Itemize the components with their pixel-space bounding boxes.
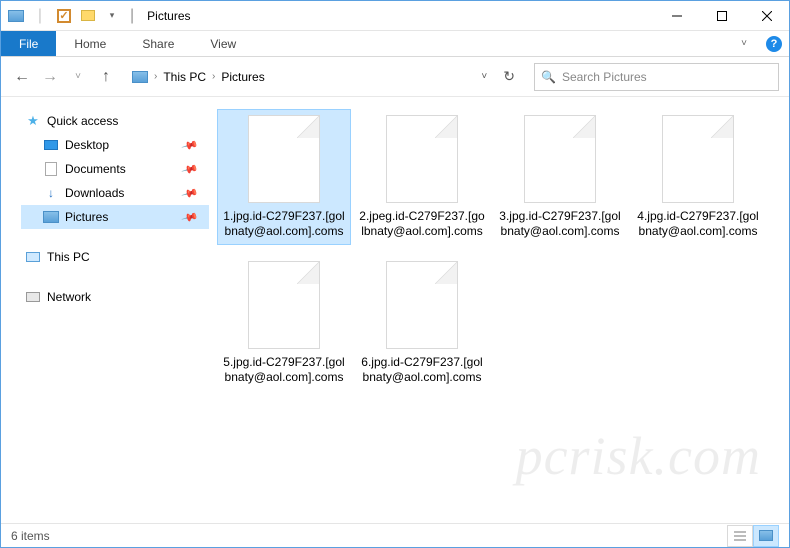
file-item[interactable]: 5.jpg.id-C279F237.[golbnaty@aol.com].com… bbox=[217, 255, 351, 391]
file-list[interactable]: 1.jpg.id-C279F237.[golbnaty@aol.com].com… bbox=[209, 97, 789, 523]
sidebar-item-downloads[interactable]: ↓ Downloads 📌 bbox=[21, 181, 209, 205]
statusbar: 6 items bbox=[1, 523, 789, 547]
star-icon: ★ bbox=[25, 113, 41, 129]
tab-share[interactable]: Share bbox=[124, 31, 192, 56]
recent-locations-dropdown[interactable]: ˅ bbox=[67, 71, 89, 82]
file-item[interactable]: 6.jpg.id-C279F237.[golbnaty@aol.com].com… bbox=[355, 255, 489, 391]
sidebar-network[interactable]: Network bbox=[21, 285, 209, 309]
search-placeholder: Search Pictures bbox=[562, 70, 647, 84]
sidebar-item-label: Downloads bbox=[65, 186, 124, 200]
refresh-button[interactable]: ↻ bbox=[499, 68, 519, 85]
file-name: 1.jpg.id-C279F237.[golbnaty@aol.com].com… bbox=[219, 209, 349, 239]
download-icon: ↓ bbox=[43, 185, 59, 201]
pin-icon: 📌 bbox=[181, 208, 199, 226]
new-folder-icon[interactable] bbox=[77, 5, 99, 27]
file-name: 6.jpg.id-C279F237.[golbnaty@aol.com].com… bbox=[357, 355, 487, 385]
close-button[interactable] bbox=[744, 1, 789, 31]
sidebar: ★ Quick access Desktop 📌 Documents 📌 ↓ D… bbox=[1, 97, 209, 523]
navbar: ← → ˅ ↑ › This PC › Pictures ˅ ↻ 🔍 Searc… bbox=[1, 57, 789, 97]
minimize-button[interactable] bbox=[654, 1, 699, 31]
ribbon-expand-icon[interactable]: ˅ bbox=[729, 31, 759, 56]
pin-icon: 📌 bbox=[181, 184, 199, 202]
item-count: 6 items bbox=[11, 529, 50, 543]
app-icon[interactable] bbox=[5, 5, 27, 27]
file-item[interactable]: 2.jpeg.id-C279F237.[golbnaty@aol.com].co… bbox=[355, 109, 489, 245]
icons-view-button[interactable] bbox=[753, 525, 779, 547]
breadcrumb-current[interactable]: Pictures bbox=[221, 70, 264, 84]
sidebar-quick-access[interactable]: ★ Quick access bbox=[21, 109, 209, 133]
sidebar-item-label: Quick access bbox=[47, 114, 118, 128]
network-icon bbox=[25, 289, 41, 305]
sidebar-item-documents[interactable]: Documents 📌 bbox=[21, 157, 209, 181]
sidebar-item-pictures[interactable]: Pictures 📌 bbox=[21, 205, 209, 229]
file-item[interactable]: 3.jpg.id-C279F237.[golbnaty@aol.com].com… bbox=[493, 109, 627, 245]
sidebar-item-label: This PC bbox=[47, 250, 90, 264]
properties-icon[interactable]: ✓ bbox=[53, 5, 75, 27]
forward-button[interactable]: → bbox=[39, 68, 61, 86]
file-icon bbox=[524, 115, 596, 203]
up-button[interactable]: ↑ bbox=[95, 68, 117, 86]
ribbon: File Home Share View ˅ ? bbox=[1, 31, 789, 57]
breadcrumb-root[interactable]: This PC bbox=[163, 70, 206, 84]
back-button[interactable]: ← bbox=[11, 68, 33, 86]
maximize-button[interactable] bbox=[699, 1, 744, 31]
details-view-button[interactable] bbox=[727, 525, 753, 547]
sidebar-item-label: Desktop bbox=[65, 138, 109, 152]
sidebar-item-label: Network bbox=[47, 290, 91, 304]
file-tab[interactable]: File bbox=[1, 31, 56, 56]
file-icon bbox=[248, 115, 320, 203]
file-item[interactable]: 1.jpg.id-C279F237.[golbnaty@aol.com].com… bbox=[217, 109, 351, 245]
file-name: 2.jpeg.id-C279F237.[golbnaty@aol.com].co… bbox=[357, 209, 487, 239]
file-item[interactable]: 4.jpg.id-C279F237.[golbnaty@aol.com].com… bbox=[631, 109, 765, 245]
search-input[interactable]: 🔍 Search Pictures bbox=[534, 63, 779, 91]
file-name: 3.jpg.id-C279F237.[golbnaty@aol.com].com… bbox=[495, 209, 625, 239]
pin-icon: 📌 bbox=[181, 136, 199, 154]
tab-home[interactable]: Home bbox=[56, 31, 124, 56]
monitor-icon bbox=[25, 249, 41, 265]
address-dropdown-icon[interactable]: ˅ bbox=[475, 71, 493, 82]
help-icon: ? bbox=[766, 36, 782, 52]
file-icon bbox=[386, 261, 458, 349]
location-icon bbox=[132, 71, 148, 83]
quick-access-toolbar: | ✓ ▾ bbox=[1, 5, 127, 27]
file-icon bbox=[386, 115, 458, 203]
file-name: 4.jpg.id-C279F237.[golbnaty@aol.com].com… bbox=[633, 209, 763, 239]
pictures-icon bbox=[43, 209, 59, 225]
chevron-right-icon[interactable]: › bbox=[212, 71, 215, 82]
file-name: 5.jpg.id-C279F237.[golbnaty@aol.com].com… bbox=[219, 355, 349, 385]
qat-separator: | bbox=[29, 5, 51, 27]
sidebar-item-label: Documents bbox=[65, 162, 126, 176]
window-title: Pictures bbox=[147, 9, 190, 23]
chevron-right-icon[interactable]: › bbox=[154, 71, 157, 82]
pin-icon: 📌 bbox=[181, 160, 199, 178]
sidebar-item-label: Pictures bbox=[65, 210, 108, 224]
sidebar-this-pc[interactable]: This PC bbox=[21, 245, 209, 269]
titlebar: | ✓ ▾ | Pictures bbox=[1, 1, 789, 31]
title-separator: | bbox=[130, 7, 134, 25]
file-icon bbox=[248, 261, 320, 349]
search-icon: 🔍 bbox=[541, 70, 556, 84]
sidebar-item-desktop[interactable]: Desktop 📌 bbox=[21, 133, 209, 157]
document-icon bbox=[43, 161, 59, 177]
desktop-icon bbox=[43, 137, 59, 153]
address-bar[interactable]: › This PC › Pictures ˅ ↻ bbox=[127, 63, 524, 91]
tab-view[interactable]: View bbox=[192, 31, 254, 56]
qat-dropdown-icon[interactable]: ▾ bbox=[101, 5, 123, 27]
file-icon bbox=[662, 115, 734, 203]
help-button[interactable]: ? bbox=[759, 31, 789, 56]
